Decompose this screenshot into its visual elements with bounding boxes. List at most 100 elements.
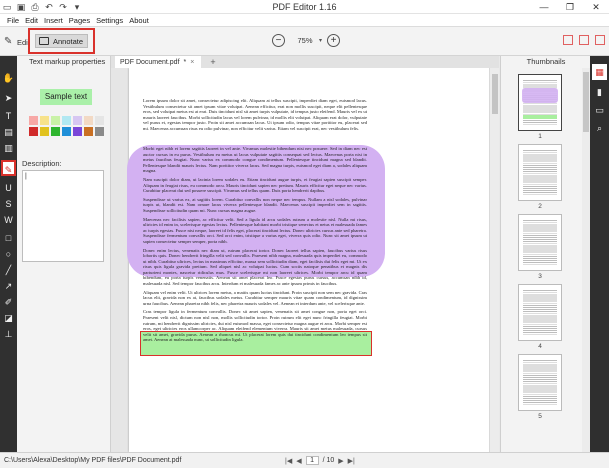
current-page-input[interactable]: 1	[305, 456, 319, 465]
thumbnails-icon[interactable]: ▦	[592, 64, 607, 80]
right-sidebar: ▦ ▮ ▭ ⌕	[590, 56, 609, 452]
color-swatch[interactable]	[51, 127, 60, 136]
squiggly-icon[interactable]: W	[0, 212, 17, 228]
menu-file[interactable]: File	[4, 14, 22, 26]
thumbnail-page[interactable]	[518, 144, 562, 201]
print-icon[interactable]: ⎙	[30, 2, 40, 12]
color-swatch[interactable]	[84, 127, 93, 136]
menu-insert[interactable]: Insert	[41, 14, 66, 26]
thumbnail-page[interactable]	[518, 214, 562, 271]
color-swatch[interactable]	[29, 127, 38, 136]
zoom-in-button[interactable]: +	[327, 34, 341, 47]
color-swatch[interactable]	[29, 116, 38, 125]
minimize-button[interactable]: —	[531, 0, 557, 14]
single-page-view-icon[interactable]	[563, 35, 573, 45]
select-arrow-icon[interactable]: ➤	[0, 90, 17, 106]
undo-icon[interactable]: ↶	[44, 2, 54, 12]
status-bar: C:\Users\Alexa\Desktop\My PDF files\PDF …	[0, 452, 609, 468]
thumbnail-number: 2	[538, 203, 542, 210]
thumbnail-number: 1	[538, 133, 542, 140]
page-text: Lorem ipsum dolor sit amet, consectetur …	[143, 98, 367, 135]
color-swatch[interactable]	[73, 127, 82, 136]
zoom-out-button[interactable]: −	[272, 34, 285, 47]
thumbnail-number: 5	[538, 413, 542, 420]
prev-page-icon[interactable]: ◀	[296, 457, 301, 465]
view-mode-buttons	[563, 35, 605, 45]
eraser-icon[interactable]: ◪	[0, 310, 17, 326]
zoom-level[interactable]: 75%	[290, 36, 320, 45]
menu-pages[interactable]: Pages	[66, 14, 93, 26]
color-swatch[interactable]	[95, 127, 104, 136]
signature-stamp-icon[interactable]: ⊥	[0, 326, 17, 342]
edit-mode-label[interactable]: Edi	[17, 38, 28, 47]
close-tab-icon[interactable]: ×	[190, 59, 194, 66]
tab-pdf-document[interactable]: PDF Document.pdf * ×	[115, 56, 201, 68]
color-swatch[interactable]	[51, 116, 60, 125]
rectangle-icon[interactable]: □	[0, 230, 17, 246]
zoom-control: − 75% ▾ +	[272, 34, 341, 47]
color-swatch[interactable]	[95, 116, 104, 125]
menu-edit[interactable]: Edit	[22, 14, 41, 26]
scrollbar-thumb[interactable]	[583, 72, 589, 132]
note-icon[interactable]: ▤	[0, 124, 17, 140]
chevron-down-icon[interactable]: ▾	[319, 37, 322, 44]
search-icon[interactable]: ⌕	[590, 120, 609, 136]
freehand-icon[interactable]: ✐	[0, 294, 17, 310]
paragraph: Suspendisse ut varius ex, at sagittis lo…	[143, 196, 367, 213]
annotate-button[interactable]: Annotate	[35, 34, 88, 48]
arrow-icon[interactable]: ↗	[0, 278, 17, 294]
color-swatch[interactable]	[40, 127, 49, 136]
text-icon[interactable]: T	[0, 108, 17, 124]
document-scrollbar[interactable]	[489, 68, 499, 452]
stamp-icon[interactable]: ▥	[0, 140, 17, 156]
strikethrough-icon[interactable]: S	[0, 196, 17, 212]
color-swatch[interactable]	[73, 116, 82, 125]
underline-icon[interactable]: U	[0, 180, 17, 196]
save-icon[interactable]: ▣	[16, 2, 26, 12]
maximize-button[interactable]: ❐	[557, 0, 583, 14]
description-textarea[interactable]: |	[22, 170, 104, 262]
annotate-mode-highlight: Annotate	[28, 28, 95, 54]
thumbnail-page[interactable]	[518, 354, 562, 411]
hand-icon[interactable]: ✋	[0, 70, 17, 86]
comments-icon[interactable]: ▭	[590, 102, 609, 118]
color-swatch[interactable]	[40, 116, 49, 125]
dropdown-icon[interactable]: ▾	[72, 2, 82, 12]
thumbnail-page[interactable]	[518, 284, 562, 341]
document-tabs: PDF Document.pdf * × +	[111, 56, 499, 68]
color-swatch[interactable]	[62, 127, 71, 136]
sample-text-preview: Sample text	[40, 89, 92, 105]
line-icon[interactable]: ╱	[0, 262, 17, 278]
paragraph: Lorem ipsum dolor sit amet, consectetur …	[143, 98, 367, 131]
close-button[interactable]: ✕	[583, 0, 609, 14]
thumbnail-number: 3	[538, 273, 542, 280]
modified-mark: *	[183, 58, 187, 66]
menu-settings[interactable]: Settings	[93, 14, 126, 26]
annotation-tools-bar: ✋ ➤ T ▤ ▥ ✎ U S W □ ○ ╱ ↗ ✐ ◪ ⊥	[0, 56, 17, 452]
pdf-page[interactable]: Lorem ipsum dolor sit amet, consectetur …	[127, 68, 489, 452]
next-page-icon[interactable]: ▶	[338, 457, 343, 465]
highlight-icon[interactable]: ✎	[1, 160, 16, 176]
first-page-icon[interactable]: |◀	[285, 457, 292, 465]
menu-about[interactable]: About	[126, 14, 152, 26]
document-view[interactable]: Lorem ipsum dolor sit amet, consectetur …	[111, 68, 499, 452]
tab-label: PDF Document.pdf	[120, 58, 180, 66]
pencil-icon[interactable]: ✎	[4, 36, 12, 47]
bookmark-icon[interactable]: ▮	[590, 84, 609, 100]
ellipse-icon[interactable]: ○	[0, 246, 17, 262]
fit-width-icon[interactable]	[595, 35, 605, 45]
color-swatch[interactable]	[62, 116, 71, 125]
color-swatch[interactable]	[84, 116, 93, 125]
thumbnails-title: Thumbnails	[526, 57, 566, 66]
two-page-view-icon[interactable]	[579, 35, 589, 45]
thumbnail-page[interactable]	[518, 74, 562, 131]
redo-icon[interactable]: ↷	[58, 2, 68, 12]
add-tab-icon[interactable]: +	[205, 57, 221, 67]
scrollbar-thumb[interactable]	[492, 74, 498, 114]
paragraph: Maecenas nec facilisis sapien, ac effici…	[143, 216, 367, 244]
open-folder-icon[interactable]: ▭	[2, 2, 12, 12]
thumbnails-scrollbar[interactable]	[582, 68, 590, 452]
last-page-icon[interactable]: ▶|	[348, 457, 355, 465]
paragraph: Cras tempor ligula in fermentum convalli…	[143, 309, 367, 343]
window-title: PDF Editor 1.16	[272, 2, 337, 12]
